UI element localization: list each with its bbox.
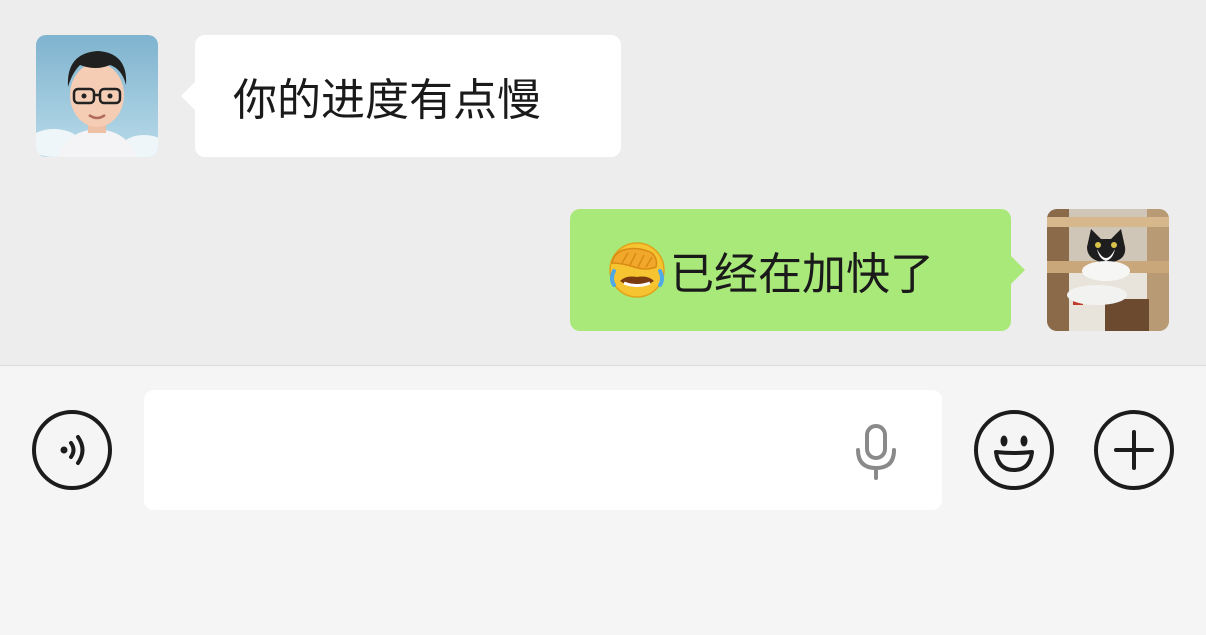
message-input[interactable] <box>144 390 942 510</box>
man-with-glasses-avatar-image <box>36 35 158 157</box>
more-actions-button[interactable] <box>1094 410 1174 490</box>
outgoing-message-bubble[interactable]: 已经在加快了 <box>570 209 1025 331</box>
contact-avatar[interactable] <box>36 35 158 157</box>
black-white-cat-avatar-image <box>1047 209 1169 331</box>
voice-mode-button[interactable] <box>32 410 112 490</box>
emoji-button[interactable] <box>974 410 1054 490</box>
emoji-icon <box>994 435 1034 472</box>
face-with-hand-over-eyes-laughing-emoji <box>608 241 666 299</box>
incoming-message-text: 你的进度有点慢 <box>233 75 541 126</box>
voice-icon <box>60 435 85 465</box>
chat-message-area: 你的进度有点慢 已经在加快了 <box>0 0 1206 365</box>
plus-icon <box>1114 430 1154 470</box>
microphone-icon[interactable] <box>852 424 900 480</box>
chat-input-bar <box>0 365 1206 635</box>
my-avatar[interactable] <box>1047 209 1169 331</box>
outgoing-message-text: 已经在加快了 <box>670 249 934 300</box>
incoming-message-bubble[interactable]: 你的进度有点慢 <box>181 35 621 157</box>
